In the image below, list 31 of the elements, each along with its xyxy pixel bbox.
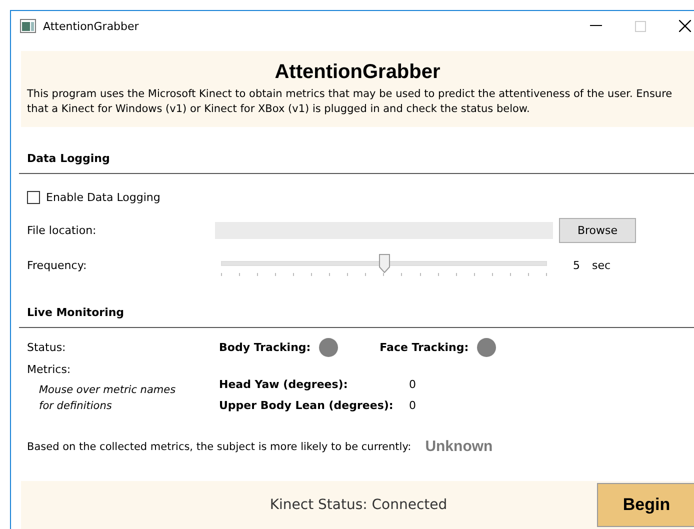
section-heading: Live Monitoring [27,306,126,319]
description-text: This program uses the Microsoft Kinect to obtain metrics that may be used to predict the attentiveness of the user. Ensure that a Kinect for Windows (v1) or Kinect for XBox (v1) is plugged in and check the status below. [27,87,674,117]
minimize-icon[interactable] [590,25,602,27]
app-heading: AttentionGrabber [274,61,442,84]
metrics-hint: Mouse over metric names for definitions [38,383,177,414]
prediction-value: Unknown [425,438,493,455]
app-icon [20,19,36,33]
window-title: AttentionGrabber [43,20,139,32]
field-label: Frequency: [27,258,88,272]
metric-name[interactable]: Upper Body Lean (degrees): [219,399,409,412]
frequency-value: 5 [573,258,580,272]
field-label: File location: [27,224,98,237]
section-heading: Data Logging [27,152,111,165]
unit-label: sec [592,258,611,272]
tracking-label: Body Tracking: [219,341,311,354]
metric-name[interactable]: Head Yaw (degrees): [219,378,409,391]
metric-value: 0 [409,378,416,391]
checkbox[interactable] [27,191,40,204]
metric-value: 0 [409,399,416,412]
browse-button[interactable]: Browse [559,218,636,243]
checkbox-label[interactable]: Enable Data Logging [46,191,160,204]
maximize-icon[interactable] [635,20,646,32]
prediction-label: Based on the collected metrics, the subject is more likely to be currently: [27,440,412,452]
metrics-label: Metrics: [27,363,72,376]
close-icon[interactable] [679,20,691,32]
tracking-label: Face Tracking: [380,341,469,354]
frequency-slider[interactable] [221,253,547,277]
begin-button[interactable]: Begin [597,483,694,527]
kinect-status: Kinect Status: Connected [268,497,448,513]
slider-thumb[interactable] [379,254,390,273]
status-label: Status: [27,341,67,354]
